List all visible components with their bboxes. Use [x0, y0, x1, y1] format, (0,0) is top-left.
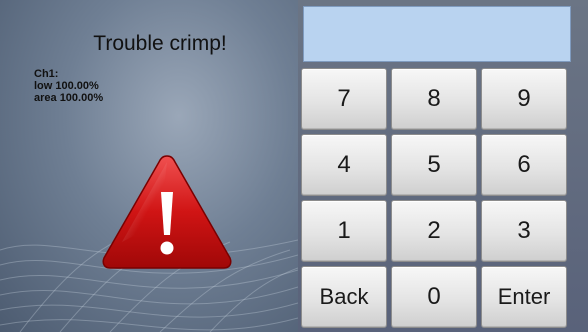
crimp-alert-screen: Trouble crimp! Ch1: low 100.00% area 100…: [0, 0, 588, 332]
key-2[interactable]: 2: [391, 200, 477, 262]
enter-button[interactable]: Enter: [481, 266, 567, 328]
warning-triangle-icon: [102, 155, 232, 269]
low-percentage: low 100.00%: [34, 80, 99, 92]
key-1[interactable]: 1: [301, 200, 387, 262]
key-0[interactable]: 0: [391, 266, 477, 328]
keypad-panel: 7 8 9 4 5 6 1 2 3 Back 0 Enter: [298, 0, 588, 332]
key-4[interactable]: 4: [301, 134, 387, 196]
area-percentage: area 100.00%: [34, 92, 104, 104]
key-6[interactable]: 6: [481, 134, 567, 196]
alert-title: Trouble crimp!: [93, 32, 227, 55]
key-3[interactable]: 3: [481, 200, 567, 262]
alert-panel: Trouble crimp! Ch1: low 100.00% area 100…: [0, 0, 298, 332]
key-5[interactable]: 5: [391, 134, 477, 196]
numeric-display[interactable]: [303, 6, 571, 62]
key-8[interactable]: 8: [391, 68, 477, 130]
key-9[interactable]: 9: [481, 68, 567, 130]
channel-label: Ch1:: [34, 68, 59, 80]
back-button[interactable]: Back: [301, 266, 387, 328]
key-7[interactable]: 7: [301, 68, 387, 130]
channel-info: Ch1: low 100.00% area 100.00%: [34, 68, 103, 104]
numeric-keypad: 7 8 9 4 5 6 1 2 3 Back 0 Enter: [301, 68, 575, 330]
